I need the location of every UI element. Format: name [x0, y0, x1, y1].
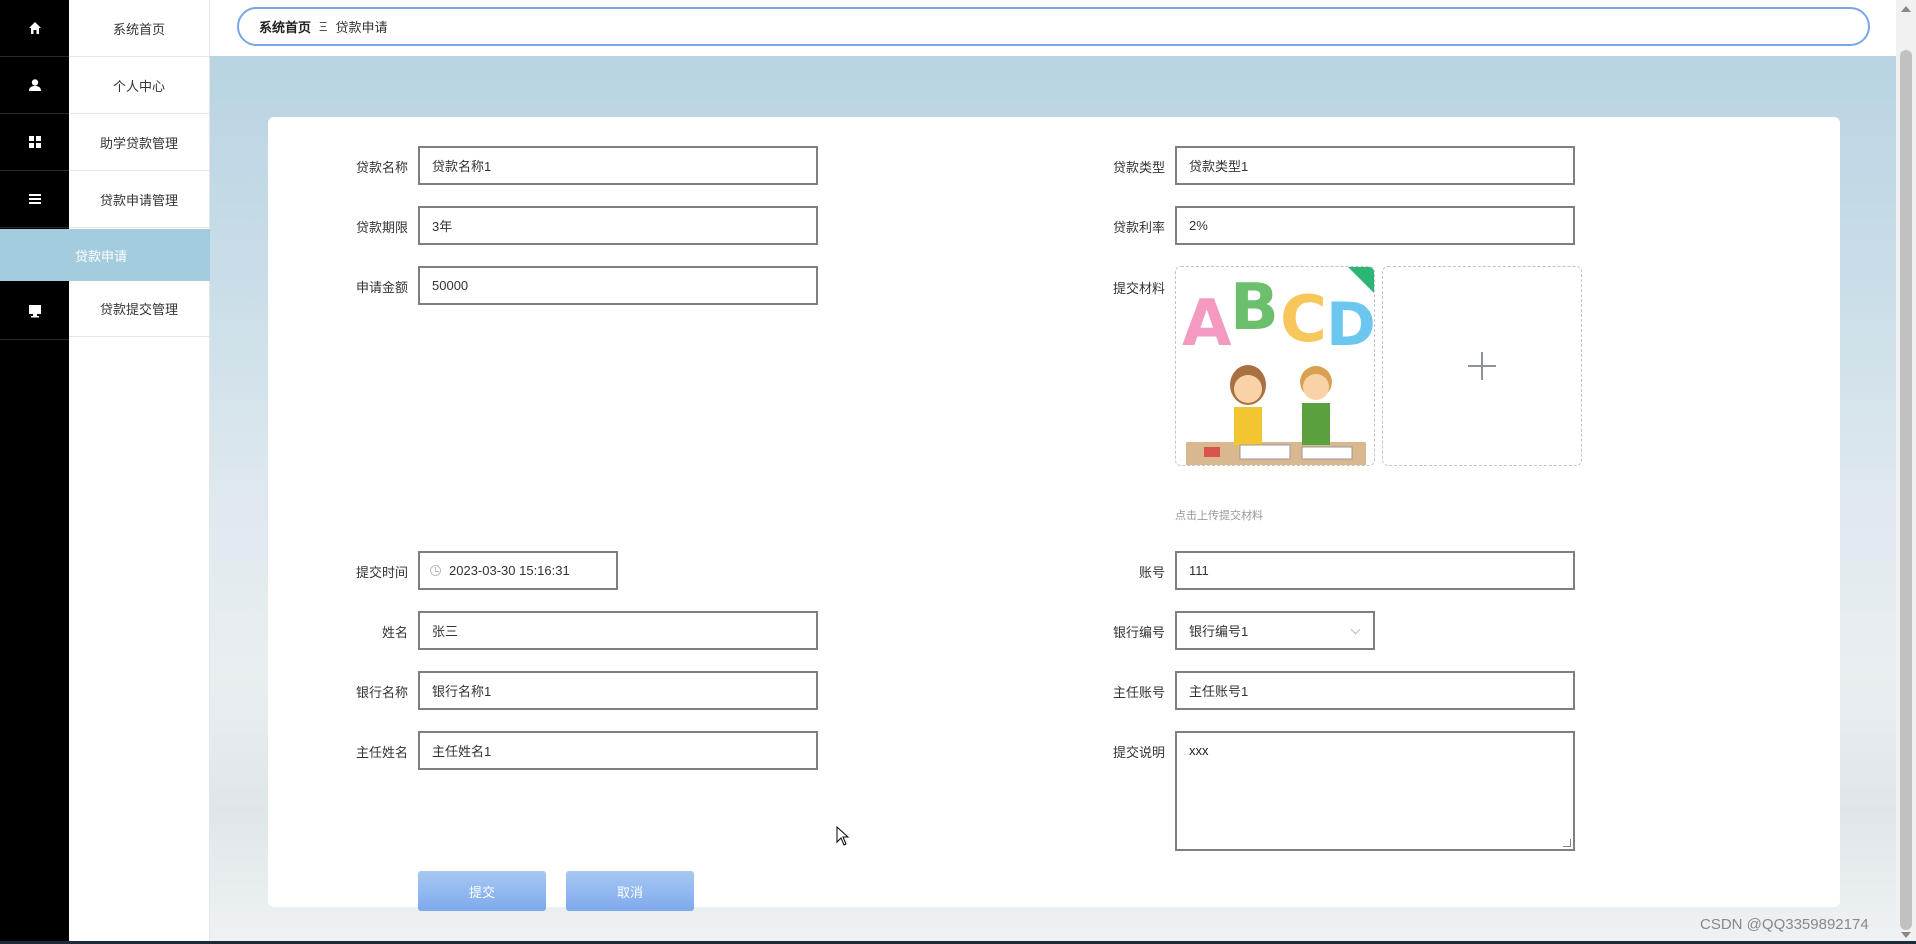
- clock-icon: [430, 565, 441, 576]
- scroll-up-arrow-icon[interactable]: [1901, 6, 1911, 12]
- name-label: 姓名: [381, 625, 408, 640]
- director-account-label: 主任账号: [1112, 685, 1165, 700]
- submit-time-value: 2023-03-30 15:16:31: [449, 563, 570, 578]
- director-name-field[interactable]: 主任姓名1: [418, 731, 818, 770]
- resize-handle-icon[interactable]: [1563, 839, 1571, 847]
- submit-note-textarea[interactable]: xxx: [1175, 731, 1575, 851]
- account-label: 账号: [1138, 565, 1165, 580]
- loan-name-field[interactable]: 贷款名称1: [418, 146, 818, 185]
- loan-type-label: 贷款类型: [1112, 160, 1165, 175]
- loan-apply-form: 贷款名称 贷款名称1 贷款类型 贷款类型1 贷款期限 3年 贷款利率 2% 申请…: [268, 117, 1840, 911]
- sidebar-item-student-loan[interactable]: 助学贷款管理: [69, 114, 209, 171]
- monitor-icon: [28, 305, 41, 318]
- upload-trigger[interactable]: [1382, 266, 1582, 466]
- breadcrumb-home[interactable]: 系统首页: [259, 17, 311, 36]
- svg-text:D: D: [1326, 290, 1375, 360]
- rail-user[interactable]: [0, 57, 69, 114]
- list-icon: [28, 194, 41, 204]
- watermark-text: CSDN @QQ3359892174: [1700, 916, 1869, 933]
- materials-label: 提交材料: [1112, 281, 1165, 296]
- breadcrumb: 系统首页 Ξ 贷款申请: [237, 7, 1870, 46]
- submit-note-label: 提交说明: [1112, 745, 1165, 760]
- loan-term-field[interactable]: 3年: [418, 206, 818, 245]
- loan-rate-label: 贷款利率: [1112, 220, 1165, 235]
- rail-monitor[interactable]: [0, 283, 69, 340]
- submit-button[interactable]: 提交: [418, 871, 546, 911]
- svg-text:B: B: [1230, 271, 1279, 345]
- svg-text:A: A: [1182, 287, 1232, 361]
- bank-name-label: 银行名称: [355, 685, 408, 700]
- grid-icon: [28, 136, 41, 148]
- sidebar-item-home[interactable]: 系统首页: [69, 0, 209, 57]
- cancel-button[interactable]: 取消: [566, 871, 694, 911]
- loan-type-field[interactable]: 贷款类型1: [1175, 146, 1575, 185]
- sidebar-menu: 系统首页 个人中心 助学贷款管理 贷款申请管理 贷款提交管理: [69, 0, 210, 944]
- submit-note-text: xxx: [1189, 743, 1209, 758]
- home-icon: [28, 22, 41, 34]
- rail-list[interactable]: [0, 171, 69, 228]
- abc-children-illustration: A B C D: [1176, 267, 1375, 465]
- submit-time-label: 提交时间: [355, 565, 408, 580]
- bank-name-field[interactable]: 银行名称1: [418, 671, 818, 710]
- rail-home[interactable]: [0, 0, 69, 57]
- bank-code-label: 银行编号: [1112, 625, 1165, 640]
- bank-code-select[interactable]: 银行编号1: [1175, 611, 1375, 650]
- user-icon: [28, 79, 41, 91]
- upload-hint: 点击上传提交材料: [1175, 510, 1263, 522]
- chevron-down-icon: [1350, 624, 1361, 635]
- uploaded-material-image[interactable]: A B C D: [1175, 266, 1375, 466]
- breadcrumb-separator-icon: Ξ: [319, 19, 328, 34]
- top-bar: 系统首页 Ξ 贷款申请: [210, 0, 1896, 56]
- sidebar-subitem-loan-apply[interactable]: 贷款申请: [0, 229, 210, 281]
- svg-text:C: C: [1280, 283, 1327, 357]
- director-name-label: 主任姓名: [355, 745, 408, 760]
- breadcrumb-current: 贷款申请: [335, 20, 388, 35]
- rail-grid[interactable]: [0, 114, 69, 171]
- scroll-down-arrow-icon[interactable]: [1901, 932, 1911, 938]
- bank-code-value: 银行编号1: [1189, 624, 1249, 639]
- name-field[interactable]: 张三: [418, 611, 818, 650]
- sidebar-item-profile[interactable]: 个人中心: [69, 57, 209, 114]
- account-field[interactable]: 111: [1175, 551, 1575, 590]
- scrollbar-thumb[interactable]: [1900, 50, 1912, 930]
- apply-amount-label: 申请金额: [355, 280, 408, 295]
- director-account-field[interactable]: 主任账号1: [1175, 671, 1575, 710]
- icon-rail: [0, 0, 69, 944]
- loan-name-label: 贷款名称: [355, 160, 408, 175]
- mouse-cursor-icon: [836, 826, 850, 846]
- submit-time-picker[interactable]: 2023-03-30 15:16:31: [418, 551, 618, 590]
- loan-term-label: 贷款期限: [355, 220, 408, 235]
- plus-icon: [1468, 352, 1496, 380]
- loan-rate-field[interactable]: 2%: [1175, 206, 1575, 245]
- vertical-scrollbar[interactable]: [1896, 0, 1916, 944]
- apply-amount-field[interactable]: 50000: [418, 266, 818, 305]
- sidebar-item-loan-submit-manage[interactable]: 贷款提交管理: [69, 280, 209, 337]
- sidebar-item-loan-apply-manage[interactable]: 贷款申请管理: [69, 171, 209, 228]
